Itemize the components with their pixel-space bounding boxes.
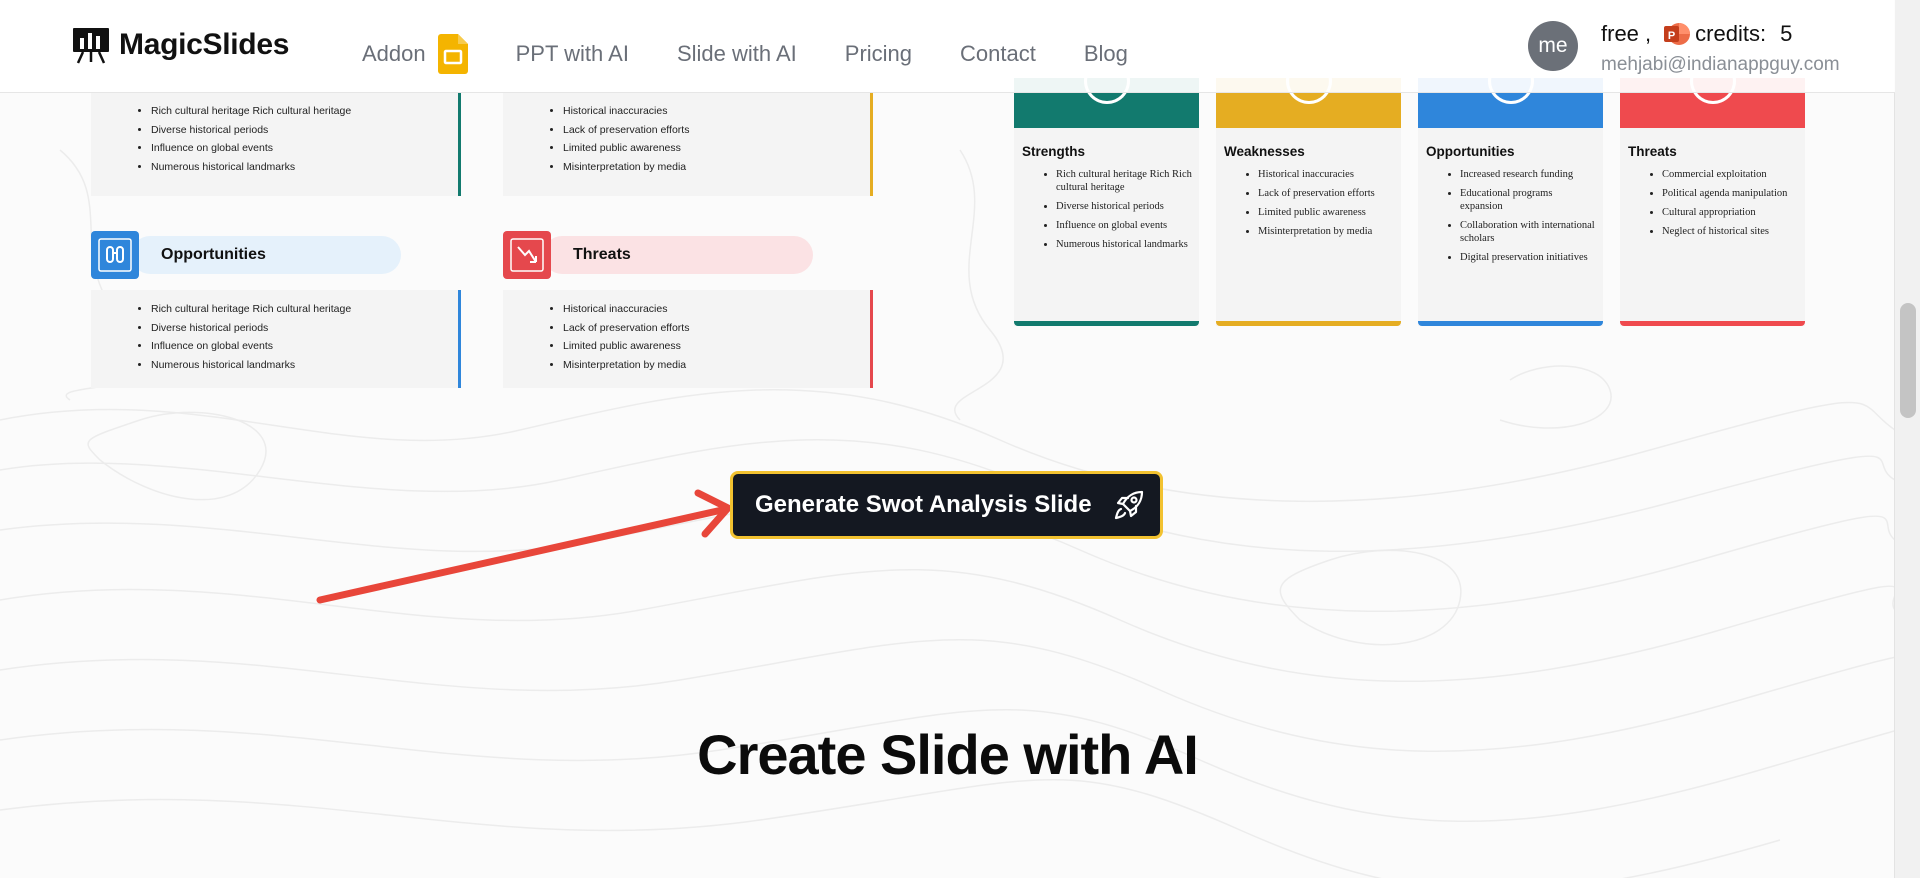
section-title: Create Slide with AI bbox=[697, 723, 1199, 786]
user-email: mehjabi@indianappguy.com bbox=[1601, 54, 1840, 75]
list-item: Cultural appropriation bbox=[1662, 206, 1787, 219]
list-item: Commercial exploitation bbox=[1662, 168, 1787, 181]
nav-addon[interactable]: Addon bbox=[362, 34, 468, 74]
nav-contact[interactable]: Contact bbox=[960, 41, 1036, 67]
scrollbar-thumb[interactable] bbox=[1900, 303, 1916, 418]
credits-label: credits: bbox=[1695, 21, 1767, 46]
brand-name: MagicSlides bbox=[119, 28, 290, 61]
column-footer-bar bbox=[1014, 321, 1199, 326]
column-footer-bar bbox=[1216, 321, 1401, 326]
plan-label: free , bbox=[1601, 21, 1652, 46]
column-title: Threats bbox=[1628, 144, 1677, 159]
nav-ppt-with-ai[interactable]: PPT with AI bbox=[516, 41, 629, 67]
column-title: Strengths bbox=[1022, 144, 1086, 159]
main-nav: Addon PPT with AI Slide with AI Pricing … bbox=[362, 34, 1176, 74]
list-item: Numerous historical landmarks bbox=[1056, 238, 1193, 251]
column-footer-bar bbox=[1418, 321, 1603, 326]
powerpoint-icon: P bbox=[1664, 23, 1691, 45]
column-footer-bar bbox=[1620, 321, 1805, 326]
nav-addon-label: Addon bbox=[362, 41, 426, 66]
list-item: Political agenda manipulation bbox=[1662, 187, 1787, 200]
list-item: Rich cultural heritage Rich Rich cultura… bbox=[1056, 168, 1193, 194]
account-info: free , P credits: 5 mehjabi@indianappguy… bbox=[1601, 20, 1840, 76]
list-item: Misinterpretation by media bbox=[1258, 225, 1375, 238]
brand-logo[interactable]: MagicSlides bbox=[71, 26, 289, 64]
list-item: Neglect of historical sites bbox=[1662, 225, 1787, 238]
threats-accent-bar bbox=[870, 290, 873, 388]
weaknesses-accent-bar bbox=[870, 92, 873, 196]
list-item: Diverse historical periods bbox=[1056, 200, 1193, 213]
nav-blog[interactable]: Blog bbox=[1084, 41, 1128, 67]
red-arrow-annotation bbox=[316, 489, 732, 604]
column-title: Opportunities bbox=[1426, 144, 1515, 159]
svg-text:P: P bbox=[1668, 30, 1675, 42]
google-slides-icon bbox=[437, 34, 468, 74]
list-item: Educational programs expansion bbox=[1460, 187, 1597, 213]
trend-down-icon bbox=[503, 231, 551, 279]
rocket-icon bbox=[1114, 490, 1143, 520]
credits-value: 5 bbox=[1780, 21, 1793, 46]
list-item: Influence on global events bbox=[1056, 219, 1193, 232]
generate-swot-analysis-button[interactable]: Generate Swot Analysis Slide bbox=[730, 471, 1163, 539]
vertical-scrollbar[interactable] bbox=[1894, 0, 1920, 878]
list-item: Increased research funding bbox=[1460, 168, 1597, 181]
column-title: Weaknesses bbox=[1224, 144, 1305, 159]
swot-column-strengths: Strengths Rich cultural heritage Rich Ri… bbox=[1014, 58, 1199, 326]
list-item: Digital preservation initiatives bbox=[1460, 251, 1597, 264]
list-item: Collaboration with international scholar… bbox=[1460, 219, 1597, 245]
binoculars-icon bbox=[91, 231, 139, 279]
list-item: Historical inaccuracies bbox=[1258, 168, 1375, 181]
swot-column-threats: Threats Commercial exploitation Politica… bbox=[1620, 58, 1805, 326]
nav-pricing[interactable]: Pricing bbox=[845, 41, 912, 67]
top-navbar: MagicSlides Addon PPT with AI Slide with… bbox=[0, 0, 1895, 93]
presentation-board-icon bbox=[73, 28, 109, 64]
swot-column-weaknesses: Weaknesses Historical inaccuracies Lack … bbox=[1216, 58, 1401, 326]
generate-button-label: Generate Swot Analysis Slide bbox=[755, 491, 1092, 518]
list-item: Limited public awareness bbox=[1258, 206, 1375, 219]
list-item: Lack of preservation efforts bbox=[1258, 187, 1375, 200]
nav-slide-with-ai[interactable]: Slide with AI bbox=[677, 41, 797, 67]
swot-column-opportunities: Opportunities Increased research funding… bbox=[1418, 58, 1603, 326]
avatar[interactable]: me bbox=[1528, 21, 1578, 71]
